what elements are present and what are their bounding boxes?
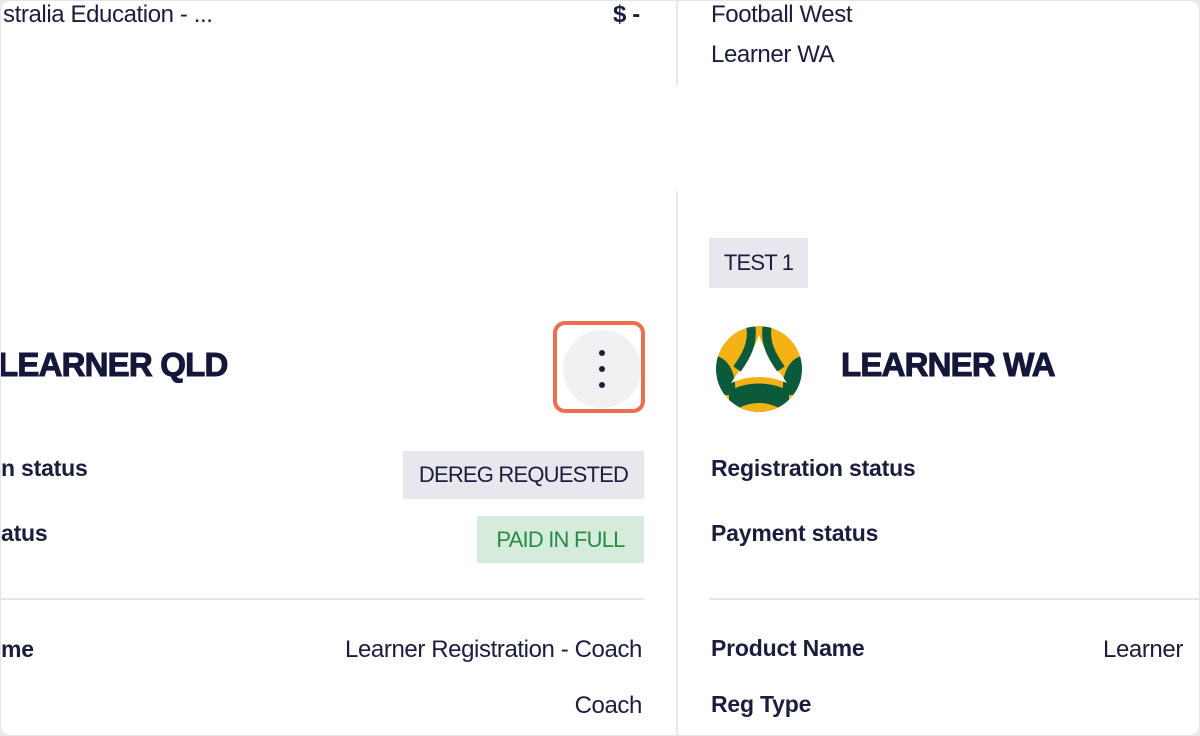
right-card-registration-status-label: Registration status <box>711 455 916 481</box>
left-card-product-name-label: me <box>1 636 34 662</box>
right-card-reg-type-label: Reg Type <box>711 691 812 717</box>
football-australia-logo <box>713 325 805 413</box>
left-card-registration-status-label: n status <box>1 455 88 481</box>
right-card-top-association: Football West <box>711 1 853 28</box>
right-card-tag: TEST 1 <box>709 238 808 288</box>
left-card-divider <box>1 598 644 600</box>
left-card-payment-status-label: atus <box>1 520 48 546</box>
right-card-product-name-value: Learner <box>1103 636 1183 663</box>
right-card-divider <box>709 598 1199 600</box>
column-divider-top <box>676 1 678 85</box>
left-card-title: LEARNER QLD <box>0 346 229 384</box>
left-card-top-price: $ - <box>613 1 640 28</box>
left-card-top-product-name: stralia Education - ... <box>3 1 213 28</box>
right-card-top-team: Learner WA <box>711 41 835 68</box>
right-card-payment-status-label: Payment status <box>711 520 879 546</box>
registration-status-badge: DEREG REQUESTED <box>403 451 644 499</box>
right-card-product-name-label: Product Name <box>711 635 865 661</box>
highlight-outline <box>553 321 645 413</box>
right-card-title: LEARNER WA <box>841 346 1057 384</box>
payment-status-badge: PAID IN FULL <box>477 516 644 563</box>
left-card-product-name-value: Learner Registration - Coach <box>345 636 642 663</box>
left-card-reg-type-value: Coach <box>574 692 643 719</box>
screen-frame: stralia Education - ... $ - Football Wes… <box>0 0 1200 736</box>
column-divider-bottom <box>676 191 678 735</box>
